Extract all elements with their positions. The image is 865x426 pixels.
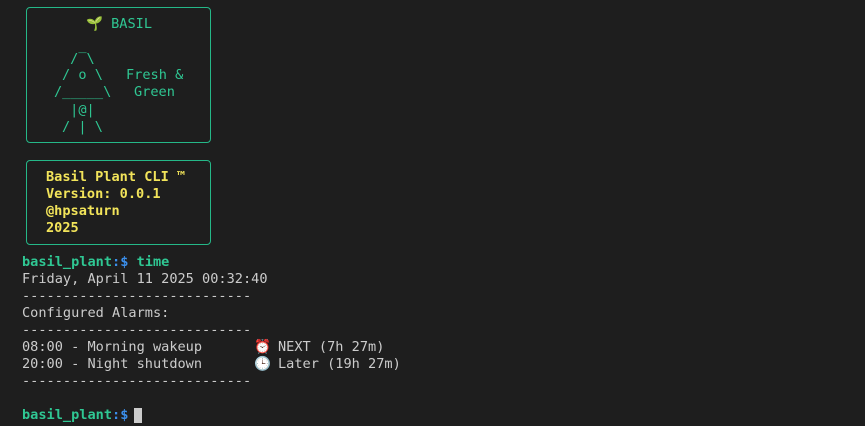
alarm-status-1: NEXT (7h 27m) (278, 339, 385, 355)
logo-art-line-5: |@| (62, 102, 95, 118)
logo-art-line-3: / o \ (62, 67, 103, 83)
alarm-entry-2: 20:00 - Night shutdown (22, 356, 203, 372)
logo-art-line-2: / \ (62, 51, 95, 67)
logo-tagline-line-1: Fresh & (126, 67, 184, 83)
info-line-name: Basil Plant CLI ™ (46, 169, 186, 185)
prompt-symbol: :$ (112, 407, 129, 423)
alarm-entry-1: 08:00 - Morning wakeup (22, 339, 203, 355)
logo-tagline-line-2: Green (134, 84, 175, 100)
info-line-author: @hpsaturn (46, 203, 120, 219)
separator-3: ---------------------------- (22, 373, 252, 389)
command-line: basil_plant:$ time (22, 254, 169, 271)
alarm-clock-icon: ⏰ (254, 339, 271, 355)
info-line-year: 2025 (46, 220, 79, 236)
text-cursor[interactable] (134, 408, 142, 423)
separator-2: ---------------------------- (22, 322, 252, 338)
command-text: time (136, 254, 170, 270)
input-prompt[interactable]: basil_plant:$ (22, 407, 128, 424)
info-line-version: Version: 0.0.1 (46, 186, 161, 202)
logo-art-line-4: /_____\ (54, 84, 112, 100)
logo-title: 🌱 BASIL (86, 16, 153, 32)
datetime-output: Friday, April 11 2025 00:32:40 (22, 271, 268, 287)
alarm-status-2: Later (19h 27m) (278, 356, 401, 372)
prompt-symbol: :$ (112, 254, 129, 270)
logo-art-line-6: / | \ (62, 119, 103, 135)
alarms-header: Configured Alarms: (22, 305, 170, 321)
clock-icon: 🕒 (254, 356, 271, 372)
prompt-user: basil_plant (22, 407, 113, 423)
prompt-user: basil_plant (22, 254, 113, 270)
separator-1: ---------------------------- (22, 288, 252, 304)
